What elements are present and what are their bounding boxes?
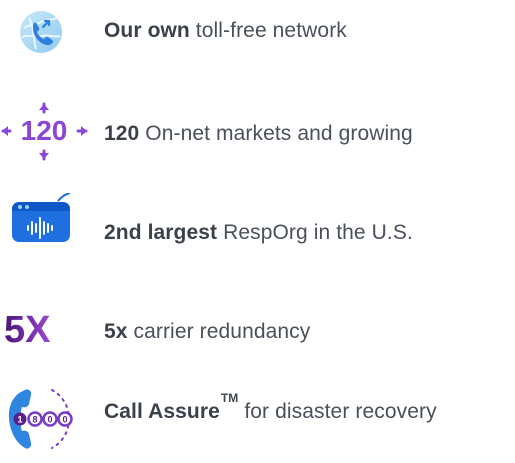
feature-carrier-redundancy: 5X 5x carrier redundancy [0, 300, 515, 360]
five-x-text: 5X [4, 309, 51, 348]
feature-description: for disaster recovery [238, 400, 437, 423]
feature-toll-free-network: Our own toll-free network [0, 0, 515, 60]
feature-text: Call AssureTM for disaster recovery [104, 392, 437, 423]
feature-list: Our own toll-free network 120 120 On-net… [0, 0, 515, 463]
feature-call-assure: 1 8 0 0 Call AssureTM for disaster recov… [0, 378, 515, 449]
audio-window-icon [12, 193, 71, 242]
feature-description: carrier redundancy [127, 320, 311, 343]
feature-text: 120 On-net markets and growing [104, 123, 413, 144]
feature-description: RespOrg in the U.S. [217, 221, 413, 244]
phone-1800-icon: 1 8 0 0 [8, 389, 73, 449]
feature-bold: 5x [104, 320, 128, 343]
svg-text:0: 0 [62, 415, 67, 425]
feature-text: 2nd largest RespOrg in the U.S. [104, 222, 413, 243]
feature-on-net-markets: 120 120 On-net markets and growing [0, 100, 515, 161]
feature-description: toll-free network [189, 19, 347, 42]
feature-resporg-rank: 2nd largest RespOrg in the U.S. [0, 193, 515, 253]
svg-text:0: 0 [47, 415, 52, 425]
feature-description: On-net markets and growing [139, 122, 413, 145]
svg-text:1: 1 [17, 415, 22, 425]
feature-text: 5x carrier redundancy [104, 321, 310, 342]
feature-bold: 2nd largest [104, 221, 218, 244]
icon-number-text: 120 [21, 115, 68, 146]
feature-bold: 120 [104, 122, 140, 145]
trademark-superscript: TM [220, 391, 239, 405]
five-x-icon: 5X [4, 309, 51, 348]
feature-text: Our own toll-free network [104, 20, 347, 41]
feature-bold: Call Assure [104, 400, 220, 423]
expand-arrows-icon: 120 [1, 102, 88, 161]
feature-bold: Our own [104, 19, 190, 42]
phone-globe-icon [20, 11, 62, 53]
svg-text:8: 8 [32, 415, 37, 425]
